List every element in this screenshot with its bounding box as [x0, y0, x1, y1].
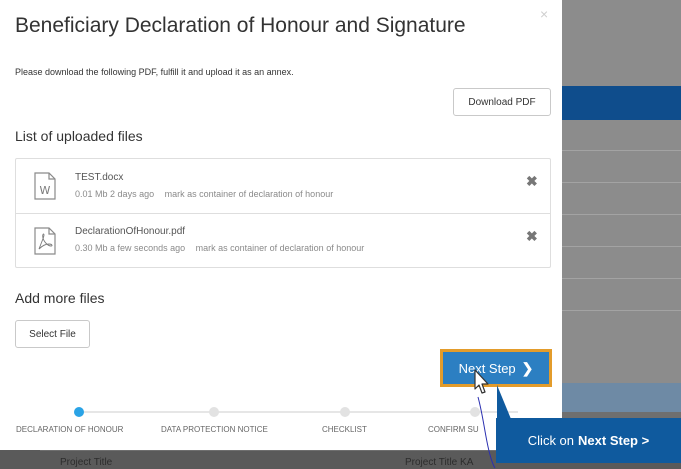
- mouse-pointer-icon: [474, 369, 489, 394]
- step-dot-declaration[interactable]: [74, 407, 84, 417]
- background-column-project-title: Project Title: [60, 457, 113, 468]
- remove-file-icon[interactable]: ✖: [526, 173, 538, 190]
- svg-text:W: W: [40, 184, 51, 197]
- file-time: 2 days ago: [110, 189, 155, 199]
- chevron-right-icon: ❯: [521, 359, 534, 376]
- file-meta: 0.30 Mb a few seconds ago mark as contai…: [75, 243, 364, 253]
- list-item: DeclarationOfHonour.pdf 0.30 Mb a few se…: [16, 213, 550, 267]
- modal-title: Beneficiary Declaration of Honour and Si…: [15, 14, 466, 37]
- tooltip-bold-text: Next Step >: [578, 433, 650, 448]
- step-label-declaration[interactable]: DECLARATION OF HONOUR: [16, 425, 123, 434]
- file-name[interactable]: DeclarationOfHonour.pdf: [75, 226, 185, 237]
- download-pdf-button[interactable]: Download PDF: [453, 88, 551, 116]
- add-more-files-heading: Add more files: [15, 290, 105, 306]
- step-dot-checklist[interactable]: [340, 407, 350, 417]
- pdf-document-icon: [34, 227, 56, 255]
- tutorial-tooltip: Click on Next Step >: [496, 418, 681, 463]
- uploaded-file-list: W TEST.docx 0.01 Mb 2 days ago mark as c…: [15, 158, 551, 268]
- instruction-text: Please download the following PDF, fulfi…: [15, 67, 294, 77]
- tooltip-text: Click on: [527, 433, 575, 448]
- background-column-project-title-ka: Project Title KA: [405, 457, 474, 468]
- file-name[interactable]: TEST.docx: [75, 172, 123, 183]
- close-icon[interactable]: ×: [540, 6, 548, 22]
- step-label-confirm[interactable]: CONFIRM SU: [428, 425, 479, 434]
- file-meta: 0.01 Mb 2 days ago mark as container of …: [75, 189, 333, 199]
- file-size: 0.30 Mb: [75, 243, 108, 253]
- step-dot-data-protection[interactable]: [209, 407, 219, 417]
- file-time: a few seconds ago: [110, 243, 186, 253]
- next-step-button[interactable]: Next Step ❯: [440, 349, 552, 387]
- remove-file-icon[interactable]: ✖: [526, 228, 538, 245]
- mark-as-container-link[interactable]: mark as container of declaration of hono…: [196, 243, 365, 253]
- step-label-data-protection[interactable]: DATA PROTECTION NOTICE: [161, 425, 268, 434]
- word-document-icon: W: [34, 172, 56, 200]
- select-file-button[interactable]: Select File: [15, 320, 90, 348]
- uploaded-files-heading: List of uploaded files: [15, 128, 143, 144]
- list-item: W TEST.docx 0.01 Mb 2 days ago mark as c…: [16, 159, 550, 213]
- file-size: 0.01 Mb: [75, 189, 108, 199]
- stepper-track: [78, 411, 518, 413]
- step-label-checklist[interactable]: CHECKLIST: [322, 425, 367, 434]
- mark-as-container-link[interactable]: mark as container of declaration of hono…: [165, 189, 334, 199]
- background-blue-bar: [562, 86, 681, 120]
